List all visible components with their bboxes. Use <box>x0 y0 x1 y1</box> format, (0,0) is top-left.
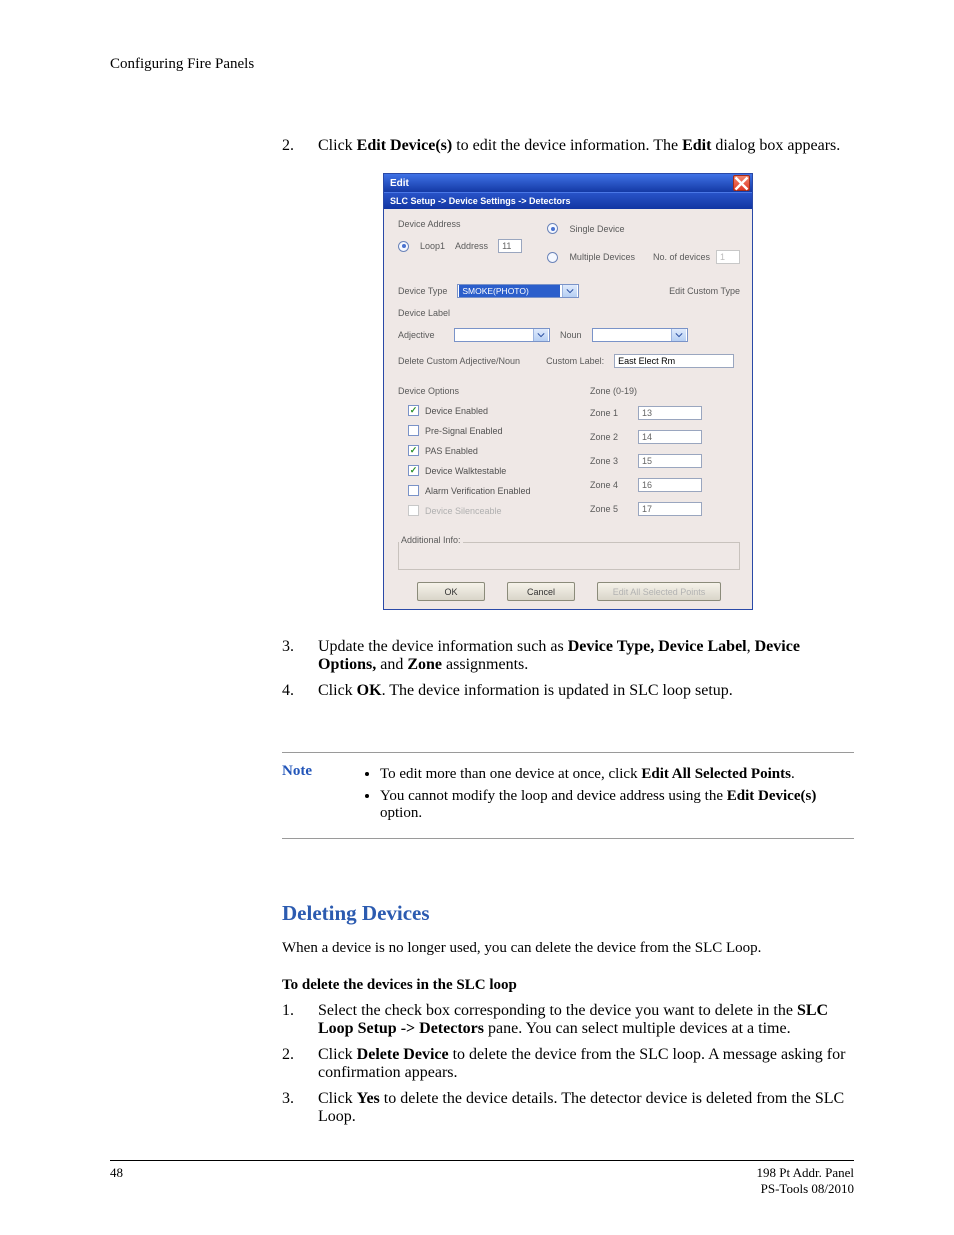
address-input[interactable]: 11 <box>498 239 522 253</box>
device-address-label: Device Address <box>398 219 522 229</box>
delete-step-3: 3. Click Yes to delete the device detail… <box>282 1090 854 1126</box>
delete-step-2: 2. Click Delete Device to delete the dev… <box>282 1046 854 1082</box>
note-block: Note To edit more than one device at onc… <box>282 752 854 827</box>
page-number: 48 <box>110 1165 123 1198</box>
step-text: Update the device information such as De… <box>318 638 854 674</box>
edit-dialog: Edit SLC Setup -> Device Settings -> Det… <box>383 173 753 610</box>
subheading: To delete the devices in the SLC loop <box>282 977 854 994</box>
radio-icon <box>547 223 558 234</box>
note-item: To edit more than one device at once, cl… <box>380 766 854 783</box>
zone-input[interactable]: 14 <box>638 430 702 444</box>
chevron-down-icon <box>562 285 577 297</box>
dialog-titlebar[interactable]: Edit <box>384 174 752 192</box>
running-header: Configuring Fire Panels <box>110 56 854 73</box>
zone-input[interactable]: 15 <box>638 454 702 468</box>
zone-input[interactable]: 13 <box>638 406 702 420</box>
zone-row: Zone 113 <box>590 406 740 420</box>
device-options-label: Device Options <box>398 386 562 396</box>
custom-label-label: Custom Label: <box>546 356 604 366</box>
zone-input[interactable]: 16 <box>638 478 702 492</box>
address-label: Address <box>455 241 488 251</box>
dialog-title: Edit <box>390 178 409 189</box>
step-number: 2. <box>282 137 318 155</box>
additional-info-label: Additional Info: <box>399 535 463 545</box>
section-heading: Deleting Devices <box>282 901 854 926</box>
step-text: Click Yes to delete the device details. … <box>318 1090 854 1126</box>
opt-device-enabled[interactable]: ✓Device Enabled <box>408 405 562 416</box>
zone-row: Zone 416 <box>590 478 740 492</box>
zone-row: Zone 517 <box>590 502 740 516</box>
step-number: 4. <box>282 682 318 700</box>
edit-dialog-figure: Edit SLC Setup -> Device Settings -> Det… <box>282 173 854 610</box>
zone-heading: Zone (0-19) <box>590 386 740 396</box>
step-number: 2. <box>282 1046 318 1082</box>
footer-line2: PS-Tools 08/2010 <box>756 1181 854 1197</box>
footer-line1: 198 Pt Addr. Panel <box>756 1165 854 1181</box>
edit-custom-type-link[interactable]: Edit Custom Type <box>669 286 740 296</box>
step-text: Select the check box corresponding to th… <box>318 1002 854 1038</box>
page-footer: 48 198 Pt Addr. Panel PS-Tools 08/2010 <box>110 1160 854 1198</box>
radio-icon <box>398 241 409 252</box>
loop1-radio[interactable]: Loop1 <box>398 241 445 252</box>
edit-all-selected-button[interactable]: Edit All Selected Points <box>597 582 721 601</box>
adjective-label: Adjective <box>398 330 444 340</box>
step-number: 3. <box>282 1090 318 1126</box>
zone-row: Zone 214 <box>590 430 740 444</box>
zone-input[interactable]: 17 <box>638 502 702 516</box>
intro-paragraph: When a device is no longer used, you can… <box>282 940 854 957</box>
single-device-radio[interactable]: Single Device <box>547 223 740 234</box>
ok-button[interactable]: OK <box>417 582 485 601</box>
opt-presignal[interactable]: ✓Pre-Signal Enabled <box>408 425 562 436</box>
device-type-label: Device Type <box>398 286 447 296</box>
step-3: 3. Update the device information such as… <box>282 638 854 674</box>
cancel-button[interactable]: Cancel <box>507 582 575 601</box>
no-of-devices-label: No. of devices <box>653 252 710 262</box>
device-label-label: Device Label <box>398 308 740 318</box>
no-of-devices-input[interactable]: 1 <box>716 250 740 264</box>
note-divider <box>282 837 854 839</box>
noun-select[interactable] <box>592 328 688 342</box>
custom-label-input[interactable]: East Elect Rm <box>614 354 734 368</box>
opt-silenceable: Device Silenceable <box>408 505 562 516</box>
note-item: You cannot modify the loop and device ad… <box>380 788 854 822</box>
delete-custom-link[interactable]: Delete Custom Adjective/Noun <box>398 356 520 366</box>
note-label: Note <box>282 761 312 827</box>
adjective-select[interactable] <box>454 328 550 342</box>
opt-pas[interactable]: ✓PAS Enabled <box>408 445 562 456</box>
multiple-devices-radio[interactable]: Multiple Devices No. of devices 1 <box>547 250 740 264</box>
device-type-select[interactable]: SMOKE(PHOTO) <box>457 284 579 298</box>
opt-alarm-verif[interactable]: ✓Alarm Verification Enabled <box>408 485 562 496</box>
zone-row: Zone 315 <box>590 454 740 468</box>
step-text: Click Delete Device to delete the device… <box>318 1046 854 1082</box>
delete-step-1: 1. Select the check box corresponding to… <box>282 1002 854 1038</box>
step-text: Click OK. The device information is upda… <box>318 682 733 700</box>
step-text: Click Edit Device(s) to edit the device … <box>318 137 840 155</box>
breadcrumb: SLC Setup -> Device Settings -> Detector… <box>384 192 752 209</box>
radio-icon <box>547 252 558 263</box>
chevron-down-icon <box>533 329 548 341</box>
step-4: 4. Click OK. The device information is u… <box>282 682 854 700</box>
opt-walktestable[interactable]: ✓Device Walktestable <box>408 465 562 476</box>
chevron-down-icon <box>671 329 686 341</box>
step-number: 3. <box>282 638 318 674</box>
close-icon[interactable] <box>733 175 750 191</box>
step-2: 2. Click Edit Device(s) to edit the devi… <box>282 137 854 155</box>
additional-info-box: Additional Info: <box>398 542 740 570</box>
step-number: 1. <box>282 1002 318 1038</box>
noun-label: Noun <box>560 330 582 340</box>
